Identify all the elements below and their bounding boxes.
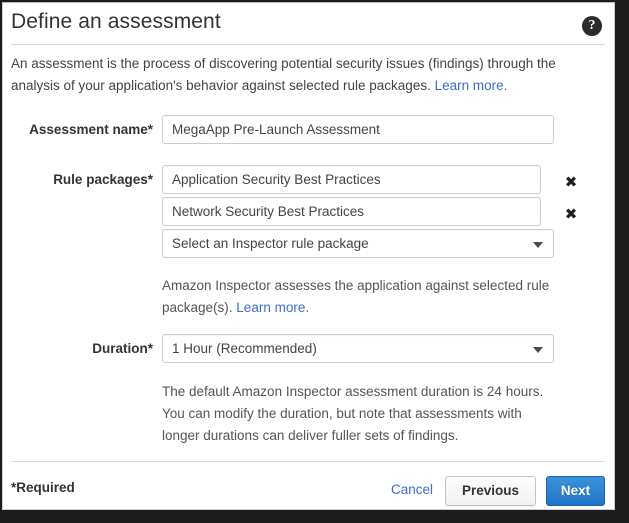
chevron-down-icon [533,347,543,353]
footer-divider [11,461,605,462]
next-button[interactable]: Next [546,476,605,506]
rule-package-selected-0[interactable] [162,165,541,194]
page-title: Define an assessment [11,10,221,33]
cancel-button[interactable]: Cancel [391,482,433,497]
rule-packages-label-text: Rule packages [53,172,148,187]
rule-packages-helper-body: Amazon Inspector assesses the applicatio… [162,278,550,315]
assessment-name-label-text: Assessment name [29,122,148,137]
remove-rule-package-1-icon[interactable]: ✖ [563,206,579,222]
rule-packages-learn-more-link[interactable]: Learn more. [236,300,309,315]
duration-required-mark: * [147,341,153,356]
help-circle-icon[interactable]: ? [582,16,602,36]
header-divider [11,44,605,45]
rule-packages-label: Rule packages* [3,172,153,187]
assessment-name-label: Assessment name* [3,122,153,137]
previous-button[interactable]: Previous [445,476,536,506]
assessment-name-input[interactable] [162,115,554,144]
rule-packages-helper-text: Amazon Inspector assesses the applicatio… [162,275,562,319]
remove-rule-package-0-icon[interactable]: ✖ [563,174,579,190]
intro-learn-more-link[interactable]: Learn more. [435,78,508,93]
duration-helper-text: The default Amazon Inspector assessment … [162,384,544,443]
rule-package-selected-1[interactable] [162,197,541,226]
duration-select-value: 1 Hour (Recommended) [172,341,317,356]
assessment-name-required-mark: * [147,122,153,137]
rule-packages-required-mark: * [147,172,153,187]
duration-select[interactable]: 1 Hour (Recommended) [162,334,554,363]
rule-package-select[interactable]: Select an Inspector rule package [162,229,554,258]
rule-package-select-value: Select an Inspector rule package [172,236,369,251]
duration-label: Duration* [3,341,153,356]
duration-label-text: Duration [92,341,148,356]
screen-frame: Define an assessment ? An assessment is … [0,0,629,523]
chevron-down-icon [533,242,543,248]
intro-description: An assessment is the process of discover… [11,53,601,97]
required-note: *Required [11,480,75,495]
define-assessment-dialog: Define an assessment ? An assessment is … [2,2,615,510]
